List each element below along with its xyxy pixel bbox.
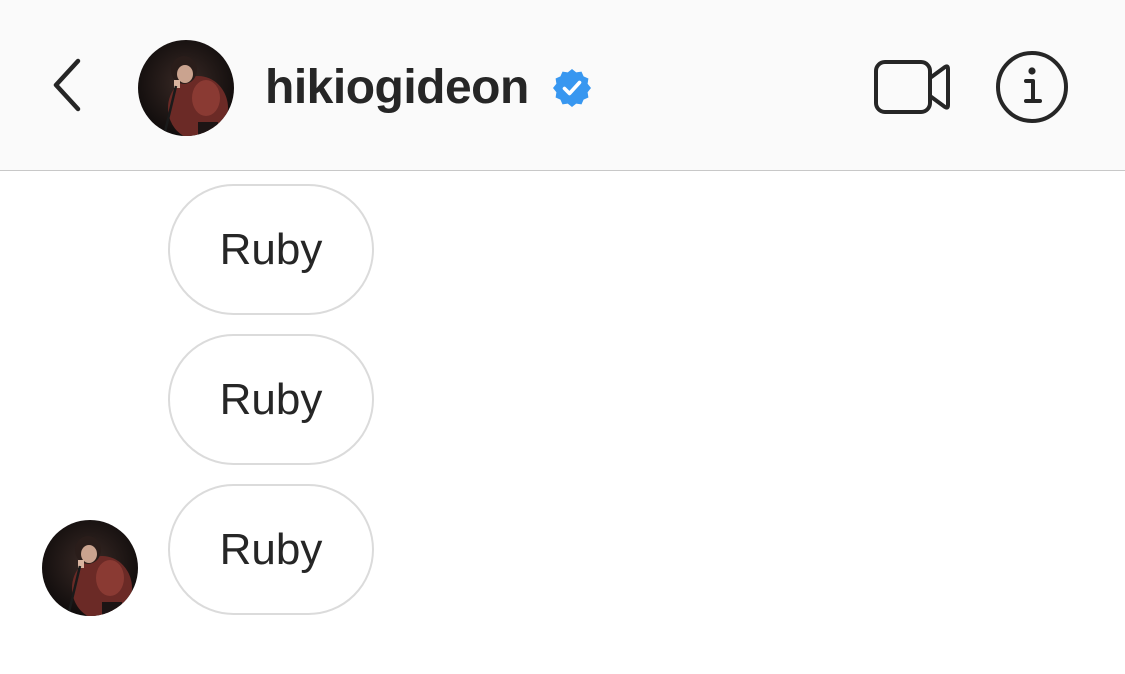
- message-text: Ruby: [219, 224, 323, 274]
- chat-header: hikiogideon: [0, 0, 1125, 171]
- message-bubble[interactable]: Ruby: [168, 184, 374, 315]
- verified-badge-icon: [553, 69, 591, 107]
- message-bubble[interactable]: Ruby: [168, 484, 374, 615]
- message-text: Ruby: [219, 374, 323, 424]
- video-camera-icon: [874, 60, 950, 114]
- message-text: Ruby: [219, 524, 323, 574]
- video-call-button[interactable]: [872, 56, 952, 118]
- back-button[interactable]: [40, 50, 96, 120]
- info-button[interactable]: [994, 49, 1070, 125]
- sender-avatar[interactable]: [42, 520, 138, 616]
- header-avatar[interactable]: [138, 40, 234, 136]
- chevron-left-icon: [53, 58, 81, 112]
- chat-username[interactable]: hikiogideon: [265, 58, 529, 118]
- avatar-image: [42, 520, 138, 616]
- message-bubble[interactable]: Ruby: [168, 334, 374, 465]
- info-icon: [996, 51, 1068, 123]
- avatar-image: [138, 40, 234, 136]
